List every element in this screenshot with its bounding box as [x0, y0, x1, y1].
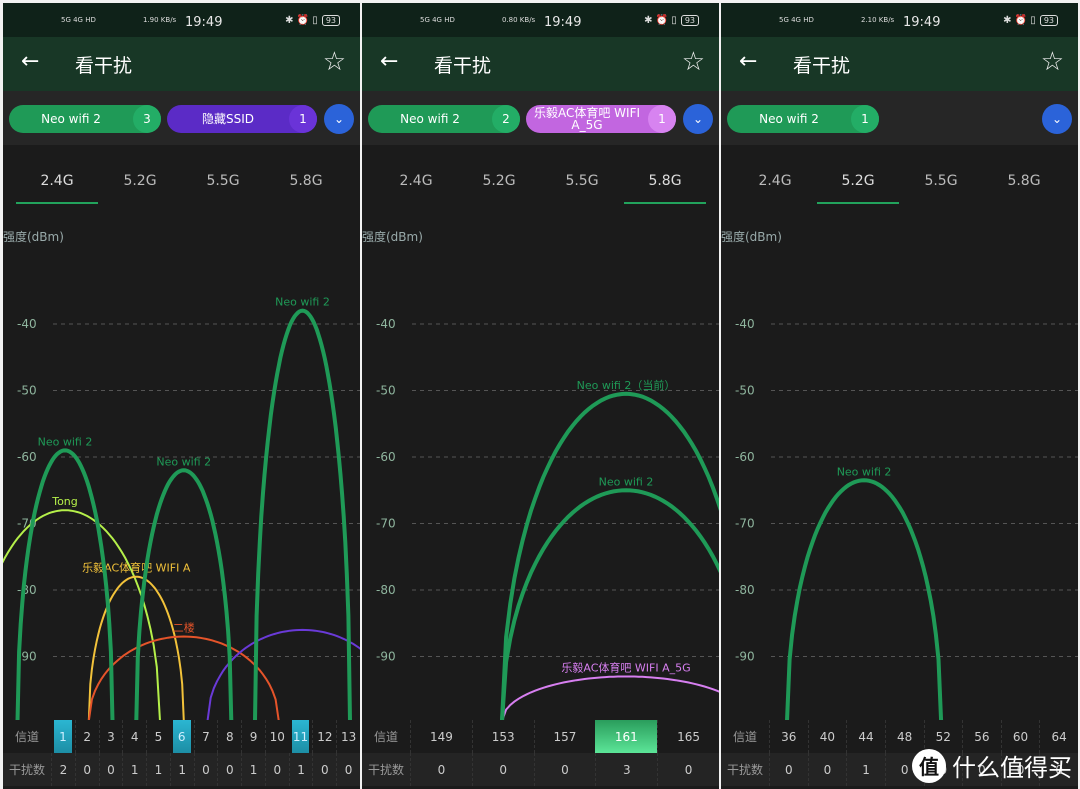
y-tick-label: -70 [376, 517, 396, 531]
interference-cell: 0 [533, 753, 596, 786]
interference-row: 干扰数 0 0 0 3 0 [362, 753, 719, 786]
y-tick-label: -60 [376, 450, 396, 464]
signal-curve [785, 478, 944, 722]
y-tick-label: -50 [17, 384, 37, 398]
signal-chart: -40-50-60-70-80-90Tong乐毅AC体育吧 WIFI A二楼Ne… [3, 296, 360, 722]
interference-cell: 0 [74, 753, 99, 786]
phone-panel: 5G 4G HD 0.80 KB/s 19:49 ✱ ⏰ ▯ 93 ← 看干扰 ☆ Neo wi… [362, 3, 719, 789]
interference-cell: 1 [146, 753, 170, 786]
channel-cell[interactable]: 40 [807, 720, 847, 753]
interference-cell: 3 [595, 753, 657, 786]
network-label: Neo wifi 2（当前） [577, 378, 676, 392]
interference-cell: 2 [51, 753, 75, 786]
watermark-circle: 值 [912, 748, 946, 783]
network-label: 乐毅AC体育吧 WIFI A [82, 561, 191, 575]
network-label: Neo wifi 2 [837, 465, 892, 478]
signal-curve [253, 308, 352, 722]
network-label: Tong [51, 495, 78, 508]
y-tick-label: -70 [735, 517, 755, 531]
interference-cell: 0 [336, 753, 360, 786]
y-tick-label: -60 [17, 450, 37, 464]
y-tick-label: -40 [17, 317, 37, 331]
channel-cell[interactable]: 11 [291, 720, 310, 753]
interference-cell: 1 [122, 753, 146, 786]
channel-row-label: 信道 [14, 730, 39, 744]
interference-cell: 1 [241, 753, 265, 786]
channel-row-label: 信道 [373, 730, 398, 744]
y-tick-label: -90 [376, 650, 396, 664]
interference-cell: 0 [217, 753, 241, 786]
interference-cell: 0 [769, 753, 808, 786]
channel-cell[interactable]: 3 [98, 720, 123, 753]
interference-row-label: 干扰数 [726, 763, 763, 777]
network-label: Neo wifi 2 [38, 435, 93, 448]
interference-row-label: 干扰数 [8, 763, 45, 777]
watermark-text: 什么值得买 [952, 754, 1072, 782]
interference-cell: 0 [410, 753, 472, 786]
interference-cell: 0 [264, 753, 289, 786]
channel-cell[interactable]: 12 [312, 720, 336, 753]
interference-cell: 0 [98, 753, 123, 786]
y-tick-label: -50 [376, 384, 396, 398]
interference-cell: 1 [169, 753, 194, 786]
channel-cell[interactable]: 5 [146, 720, 170, 753]
interference-cell: 0 [471, 753, 534, 786]
signal-curve [500, 488, 719, 722]
channel-cell[interactable]: 149 [410, 720, 472, 753]
interference-row: 干扰数 2 0 0 1 1 1 0 0 1 0 1 0 0 [3, 753, 360, 786]
network-label: Neo wifi 2 [275, 296, 330, 309]
interference-cell: 1 [288, 753, 313, 786]
signal-chart: -40 -50 -60 -70 -80 -90 Neo wifi 2 [735, 317, 1078, 722]
channel-cell[interactable]: 2 [74, 720, 99, 753]
interference-row-label: 干扰数 [367, 763, 404, 777]
y-tick-label: -80 [17, 583, 37, 597]
interference-cell: 0 [657, 753, 719, 786]
interference-cell: 0 [193, 753, 218, 786]
channel-cell[interactable]: 10 [264, 720, 289, 753]
channel-cell[interactable]: 6 [172, 720, 191, 753]
channel-cell[interactable]: 161 [595, 720, 658, 753]
y-tick-label: -80 [735, 583, 755, 597]
interference-cell: 0 [312, 753, 336, 786]
watermark-logo: 值什么值得买 [912, 748, 1072, 783]
channel-cell[interactable]: 36 [769, 720, 808, 753]
signal-chart: -40 -50 -60 -70 -80 -90 乐毅AC体育吧 WIFI A_5G Neo w… [376, 317, 719, 722]
network-label: Neo wifi 2 [156, 455, 211, 468]
channel-cell[interactable]: 165 [657, 720, 719, 753]
channel-row-label: 信道 [732, 730, 757, 744]
y-tick-label: -60 [735, 450, 755, 464]
network-label: Neo wifi 2 [599, 475, 654, 488]
signal-curve [501, 675, 719, 722]
channel-cell[interactable]: 1 [54, 720, 72, 753]
y-tick-label: -50 [735, 384, 755, 398]
channel-cell[interactable]: 13 [336, 720, 360, 753]
interference-cell: 0 [807, 753, 847, 786]
interference-cell: 1 [846, 753, 885, 786]
network-label: 二楼 [173, 621, 195, 635]
channel-cell[interactable]: 153 [471, 720, 534, 753]
y-tick-label: -80 [376, 583, 396, 597]
channel-cell[interactable]: 44 [846, 720, 885, 753]
channel-row: 信道 149 153 157 161 165 [362, 720, 719, 753]
channel-cell[interactable]: 4 [122, 720, 146, 753]
y-tick-label: -40 [376, 317, 396, 331]
phone-panel: 5G 4G HD 2.10 KB/s 19:49 ✱ ⏰ ▯ 93 ← 看干扰 ☆ Neo wi… [721, 3, 1078, 789]
channel-row: 信道 1 2 3 4 5 6 7 8 9 10 11 12 13 [3, 720, 360, 753]
phone-panel: 5G 4G HD 1.90 KB/s 19:49 ✱ ⏰ ▯ 93 ← 看干扰 ☆ Neo wi… [3, 3, 360, 789]
channel-cell[interactable]: 8 [217, 720, 241, 753]
network-label: 乐毅AC体育吧 WIFI A_5G [561, 660, 690, 674]
channel-cell[interactable]: 9 [241, 720, 265, 753]
channel-cell[interactable]: 157 [533, 720, 596, 753]
y-tick-label: -40 [735, 317, 755, 331]
channel-cell[interactable]: 7 [193, 720, 218, 753]
y-tick-label: -90 [735, 650, 755, 664]
